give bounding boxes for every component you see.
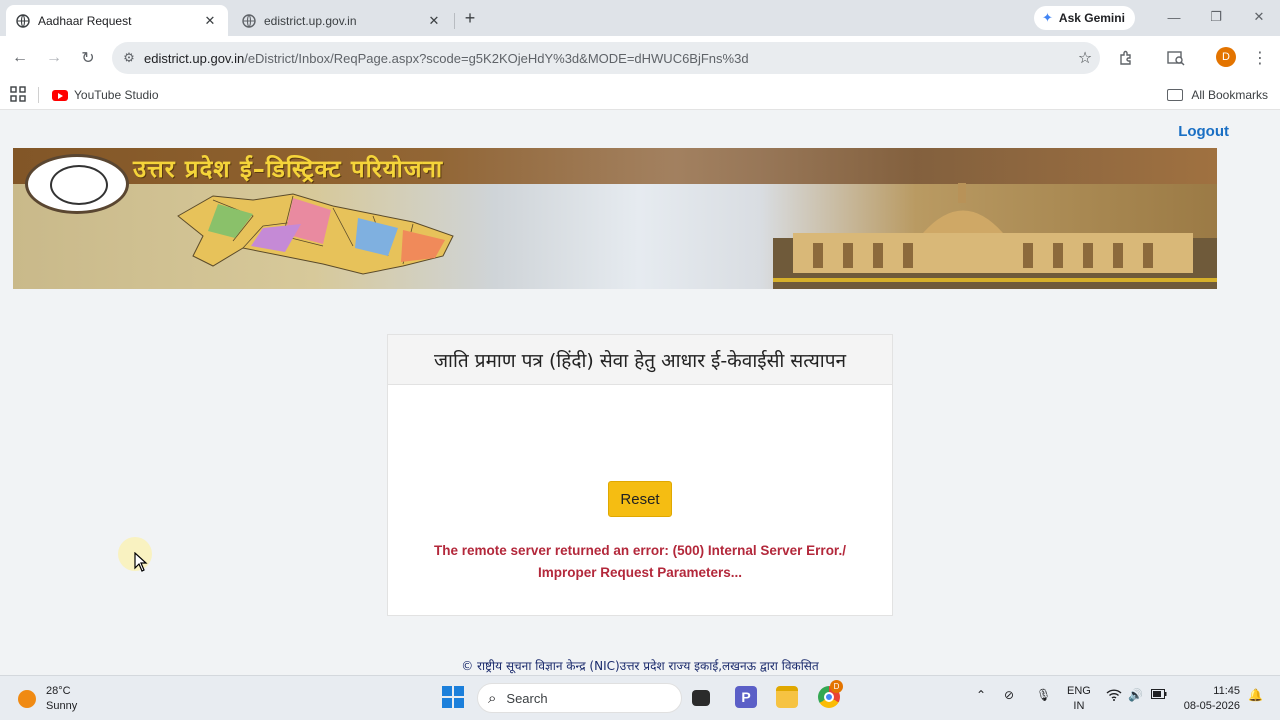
folder-icon [1167, 89, 1184, 101]
clock-date: 08-05-2026 [1183, 700, 1240, 712]
bookmarks-separator [38, 87, 39, 103]
url-text[interactable]: edistrict.up.gov.in/eDistrict/Inbox/ReqP… [144, 51, 1070, 66]
apps-grid-icon[interactable] [10, 86, 26, 102]
screen: Aadhaar Request ✕ edistrict.up.gov.in ✕ … [0, 0, 1280, 720]
legislative-building-photo [773, 183, 1217, 289]
new-tab-button[interactable]: + [460, 8, 480, 28]
sun-icon [18, 690, 36, 708]
extensions-icon[interactable] [1114, 46, 1138, 70]
close-tab-icon[interactable]: ✕ [426, 13, 442, 29]
all-bookmarks-label: All Bookmarks [1191, 88, 1268, 102]
windows-start-icon[interactable] [442, 686, 464, 708]
tab-search-icon[interactable] [1164, 46, 1188, 70]
minimize-button[interactable]: — [1156, 6, 1192, 28]
mouse-cursor-icon [134, 552, 148, 572]
language-indicator[interactable]: ENG IN [1067, 684, 1091, 714]
error-message: The remote server returned an error: (50… [388, 540, 892, 584]
site-settings-icon[interactable]: ⚙ [114, 50, 144, 66]
chevron-up-icon[interactable]: ⌃ [976, 688, 986, 702]
gemini-sparkle-icon: ✦ [1042, 10, 1053, 25]
globe-icon [16, 13, 30, 28]
forward-icon[interactable]: → [42, 46, 66, 70]
url-path: /eDistrict/Inbox/ReqPage.aspx?scode=g5K2… [244, 50, 749, 66]
weather-condition: Sunny [46, 700, 78, 712]
kebab-menu-icon[interactable]: ⋮ [1248, 46, 1272, 70]
all-bookmarks-button[interactable]: All Bookmarks [1167, 85, 1268, 105]
taskbar-search[interactable]: ⌕ Search [477, 683, 682, 713]
error-line-1: The remote server returned an error: (50… [434, 543, 846, 558]
page-content: Logout उत्तर प्रदेश ई–डिस्ट्रिक्ट परियोज… [0, 111, 1280, 675]
region-code: IN [1073, 700, 1085, 712]
close-window-button[interactable]: ✕ [1241, 6, 1277, 28]
up-govt-emblem [25, 154, 129, 214]
profile-avatar[interactable]: D [1216, 47, 1236, 67]
microphone-icon[interactable]: 🎙 [1036, 688, 1051, 702]
bookmark-youtube-studio[interactable]: YouTube Studio [52, 85, 159, 105]
chrome-icon[interactable]: D [818, 680, 843, 708]
battery-icon[interactable] [1151, 688, 1167, 702]
browser-toolbar: ← → ↻ ⚙ edistrict.up.gov.in/eDistrict/In… [0, 36, 1280, 80]
card-title: जाति प्रमाण पत्र (हिंदी) सेवा हेतु आधार … [388, 335, 892, 385]
bookmark-star-icon[interactable]: ☆ [1070, 48, 1100, 68]
bookmark-label: YouTube Studio [74, 88, 159, 102]
banner-title: उत्तर प्रदेश ई–डिस्ट्रिक्ट परियोजना [133, 155, 444, 183]
ekyc-card: जाति प्रमाण पत्र (हिंदी) सेवा हेतु आधार … [387, 334, 893, 616]
weather-widget[interactable]: 28°C Sunny [18, 684, 77, 714]
volume-icon[interactable]: 🔊 [1128, 688, 1143, 702]
search-icon: ⌕ [488, 689, 497, 707]
bookmarks-bar: YouTube Studio All Bookmarks [0, 80, 1280, 110]
edistrict-banner: उत्तर प्रदेश ई–डिस्ट्रिक्ट परियोजना [13, 148, 1217, 289]
error-line-2: Improper Request Parameters... [537, 565, 743, 580]
page-footer: © राष्ट्रीय सूचना विज्ञान केन्द्र (NIC)उ… [461, 659, 819, 673]
restore-button[interactable]: ❐ [1198, 6, 1234, 28]
reload-icon[interactable]: ↻ [76, 46, 100, 70]
tab-edistrict[interactable]: edistrict.up.gov.in ✕ [232, 5, 452, 36]
logout-link[interactable]: Logout [1178, 123, 1229, 140]
youtube-icon [52, 89, 68, 101]
ask-gemini-label: Ask Gemini [1058, 11, 1125, 25]
file-explorer-icon[interactable] [776, 686, 798, 708]
globe-icon [242, 13, 256, 28]
search-placeholder: Search [506, 690, 548, 706]
browser-tabstrip: Aadhaar Request ✕ edistrict.up.gov.in ✕ … [0, 0, 1280, 36]
ask-gemini-button[interactable]: ✦ Ask Gemini [1034, 6, 1135, 30]
tab-title: edistrict.up.gov.in [264, 13, 357, 28]
tab-aadhaar-request[interactable]: Aadhaar Request ✕ [6, 5, 228, 36]
notification-bell-icon[interactable]: 🔔 [1248, 688, 1263, 702]
address-bar[interactable]: ⚙ edistrict.up.gov.in/eDistrict/Inbox/Re… [112, 42, 1100, 74]
terminal-app-icon[interactable] [692, 690, 710, 706]
clock-time: 11:45 [1213, 685, 1240, 697]
close-tab-icon[interactable]: ✕ [202, 13, 218, 29]
back-icon[interactable]: ← [8, 46, 32, 70]
url-host: edistrict.up.gov.in [144, 50, 245, 66]
reset-button[interactable]: Reset [608, 481, 672, 517]
language-code: ENG [1067, 685, 1091, 697]
wifi-icon[interactable] [1106, 688, 1122, 705]
temperature: 28°C [46, 685, 71, 697]
system-clock[interactable]: 11:45 08-05-2026 [1184, 684, 1240, 714]
pinned-app-p-icon[interactable]: P [735, 686, 757, 708]
tab-title: Aadhaar Request [38, 13, 132, 28]
windows-taskbar: 28°C Sunny ⌕ Search P D ⌃ ⊘ 🎙 ENG IN 🔊 1… [0, 675, 1280, 720]
cloud-off-icon[interactable]: ⊘ [1004, 688, 1014, 702]
chrome-profile-badge: D [830, 680, 843, 693]
tab-separator [454, 13, 455, 29]
up-map-illustration [177, 193, 454, 275]
